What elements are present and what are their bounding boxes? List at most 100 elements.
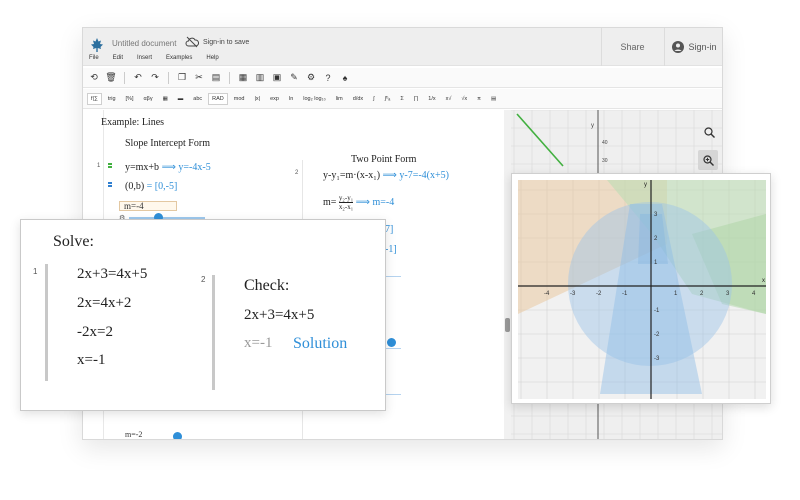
slider-knob[interactable] <box>173 432 182 439</box>
zoom-in-icon[interactable] <box>698 150 718 170</box>
maple-leaf-icon[interactable]: ♠ <box>338 71 352 85</box>
math-product-button[interactable]: ∏ <box>410 93 423 105</box>
x-tick-label: -4 <box>544 291 550 297</box>
math-ln-button[interactable]: ln <box>285 93 297 105</box>
check-equation[interactable]: 2x+3=4x+5 <box>244 307 314 324</box>
scrollbar-thumb[interactable] <box>505 318 510 332</box>
toolbar-divider <box>124 71 125 84</box>
menu-insert[interactable]: Insert <box>137 55 152 67</box>
check-x-value: x=-1 <box>244 335 273 351</box>
block-number: 1 <box>33 267 38 276</box>
m-value-bottom: m=-2 <box>125 430 143 439</box>
undo-icon[interactable]: ↶ <box>131 71 145 85</box>
math-sum-button[interactable]: Σ <box>396 93 407 105</box>
pen-icon[interactable]: ✎ <box>287 71 301 85</box>
x-tick-label: -2 <box>596 291 602 297</box>
math-abc-button[interactable]: abc <box>189 93 206 105</box>
angle-mode-button[interactable]: RAD <box>208 92 228 105</box>
two-point-equation[interactable]: y-y₁=m·(x-x₁) ⟹ y-7=-4(x+5) <box>323 170 449 181</box>
block-number: 1 <box>97 163 101 169</box>
menu-file[interactable]: File <box>89 55 99 67</box>
insert-block-icon[interactable]: ▦ <box>236 71 250 85</box>
y-axis-label: y <box>591 123 594 129</box>
toolbar-divider <box>168 71 169 84</box>
insert-table-icon[interactable]: ▥ <box>253 71 267 85</box>
slope-equation[interactable]: y=mx+b ⟹ y=-4x-5 <box>125 162 211 173</box>
two-point-eq-result: ⟹ y-7=-4(x+5) <box>382 170 449 181</box>
point-eq-result: = [0,-5] <box>146 181 178 192</box>
point-eq-text: (0,b) <box>125 181 145 192</box>
math-pi-button[interactable]: π <box>473 93 485 105</box>
slope-formula-result: ⟹ m=-4 <box>355 196 395 208</box>
history-icon[interactable]: ⟲ <box>87 71 101 85</box>
trash-icon[interactable]: 🗑 <box>104 71 118 85</box>
copy-icon[interactable]: ❐ <box>175 71 189 85</box>
m-value[interactable]: m=-4 <box>124 201 144 211</box>
graph-card[interactable]: x y -4 -3 -2 -1 1 2 3 4 3 2 1 -1 -2 -3 <box>511 173 771 404</box>
keyboard-icon[interactable]: ▤ <box>487 93 500 105</box>
solve-step[interactable]: 2x+3=4x+5 <box>77 266 147 283</box>
document-title[interactable]: Untitled document <box>112 39 176 48</box>
math-abs-button[interactable]: |x| <box>250 93 264 105</box>
inequality-plot[interactable]: x y -4 -3 -2 -1 1 2 3 4 321-1-2-3 <box>512 174 772 405</box>
toolbar-divider <box>229 71 230 84</box>
y-tick-label: 30 <box>602 158 608 164</box>
point-equation[interactable]: (0,b) = [0,-5] <box>125 181 177 192</box>
slope-numerator: y₂-y₁ <box>338 194 354 203</box>
zoom-fit-icon[interactable] <box>699 122 719 142</box>
math-greek-button[interactable]: αβγ <box>139 93 156 105</box>
sheet-scrollbar[interactable] <box>504 110 511 439</box>
help-icon[interactable]: ? <box>321 71 335 85</box>
calculator-icon[interactable]: ▦ <box>159 93 172 105</box>
partial-result: -1] <box>385 244 397 255</box>
green-marker <box>108 166 112 168</box>
math-nth-root-button[interactable]: x√ <box>442 93 456 105</box>
solve-step[interactable]: -2x=2 <box>77 324 113 341</box>
green-line <box>516 113 564 167</box>
insert-row-icon[interactable]: ▣ <box>270 71 284 85</box>
math-fn-button[interactable]: f|∑ <box>87 92 102 105</box>
menu-examples[interactable]: Examples <box>166 55 192 67</box>
math-reciprocal-button[interactable]: 1/x <box>424 93 439 105</box>
y-axis-label: y <box>644 182 647 188</box>
math-exp-button[interactable]: exp <box>266 93 283 105</box>
solve-step[interactable]: 2x=4x+2 <box>77 295 131 312</box>
slider-knob[interactable] <box>387 338 396 347</box>
signin-to-save-link[interactable]: Sign-in to save <box>203 39 249 46</box>
slope-formula-prefix: m= <box>323 196 337 208</box>
math-integral-button[interactable]: ∫ <box>369 93 379 105</box>
menu-help[interactable]: Help <box>206 55 218 67</box>
x-axis-label: x <box>762 278 765 284</box>
block-number: 2 <box>201 275 206 284</box>
math-sqrt-button[interactable]: √x <box>457 93 471 105</box>
y-tick-label: -1 <box>654 308 660 314</box>
paste-icon[interactable]: ▤ <box>209 71 223 85</box>
x-tick-label: -1 <box>622 291 628 297</box>
y-tick-label: -2 <box>654 332 660 338</box>
green-marker <box>108 163 112 165</box>
math-units-button[interactable]: [%] <box>122 93 138 105</box>
solve-panel[interactable]: Solve: 1 2x+3=4x+5 2x=4x+2 -2x=2 x=-1 2 … <box>20 219 386 411</box>
cut-icon[interactable]: ✂ <box>192 71 206 85</box>
matrix-icon[interactable]: ▬ <box>174 93 188 105</box>
math-derivative-button[interactable]: d/dx <box>349 93 367 105</box>
check-title: Check: <box>244 277 290 294</box>
signin-label: Sign-in <box>688 42 717 52</box>
solution-label: Solution <box>293 335 348 352</box>
math-mod-button[interactable]: mod <box>230 93 249 105</box>
two-point-eq-text: y-y₁=m·(x-x₁) <box>323 170 381 181</box>
slope-formula[interactable]: m= y₂-y₁ x₂-x₁ ⟹ m=-4 <box>323 194 394 211</box>
slope-eq-result: ⟹ y=-4x-5 <box>161 162 211 173</box>
user-avatar-icon <box>672 41 685 53</box>
settings-icon[interactable]: ⚙ <box>304 71 318 85</box>
math-trig-button[interactable]: trig <box>104 93 120 105</box>
solve-step[interactable]: x=-1 <box>77 352 105 369</box>
math-definite-integral-button[interactable]: ∫ᵇₐ <box>381 93 395 105</box>
redo-icon[interactable]: ↷ <box>148 71 162 85</box>
math-toolbar: f|∑ trig [%] αβγ ▦ ▬ abc RAD mod |x| exp… <box>83 89 722 109</box>
example-title: Example: Lines <box>101 117 165 128</box>
two-point-heading: Two Point Form <box>351 154 417 165</box>
menu-edit[interactable]: Edit <box>113 55 123 67</box>
math-log-button[interactable]: log₂ log₁₀ <box>299 93 329 105</box>
math-lim-button[interactable]: lim <box>332 93 347 105</box>
